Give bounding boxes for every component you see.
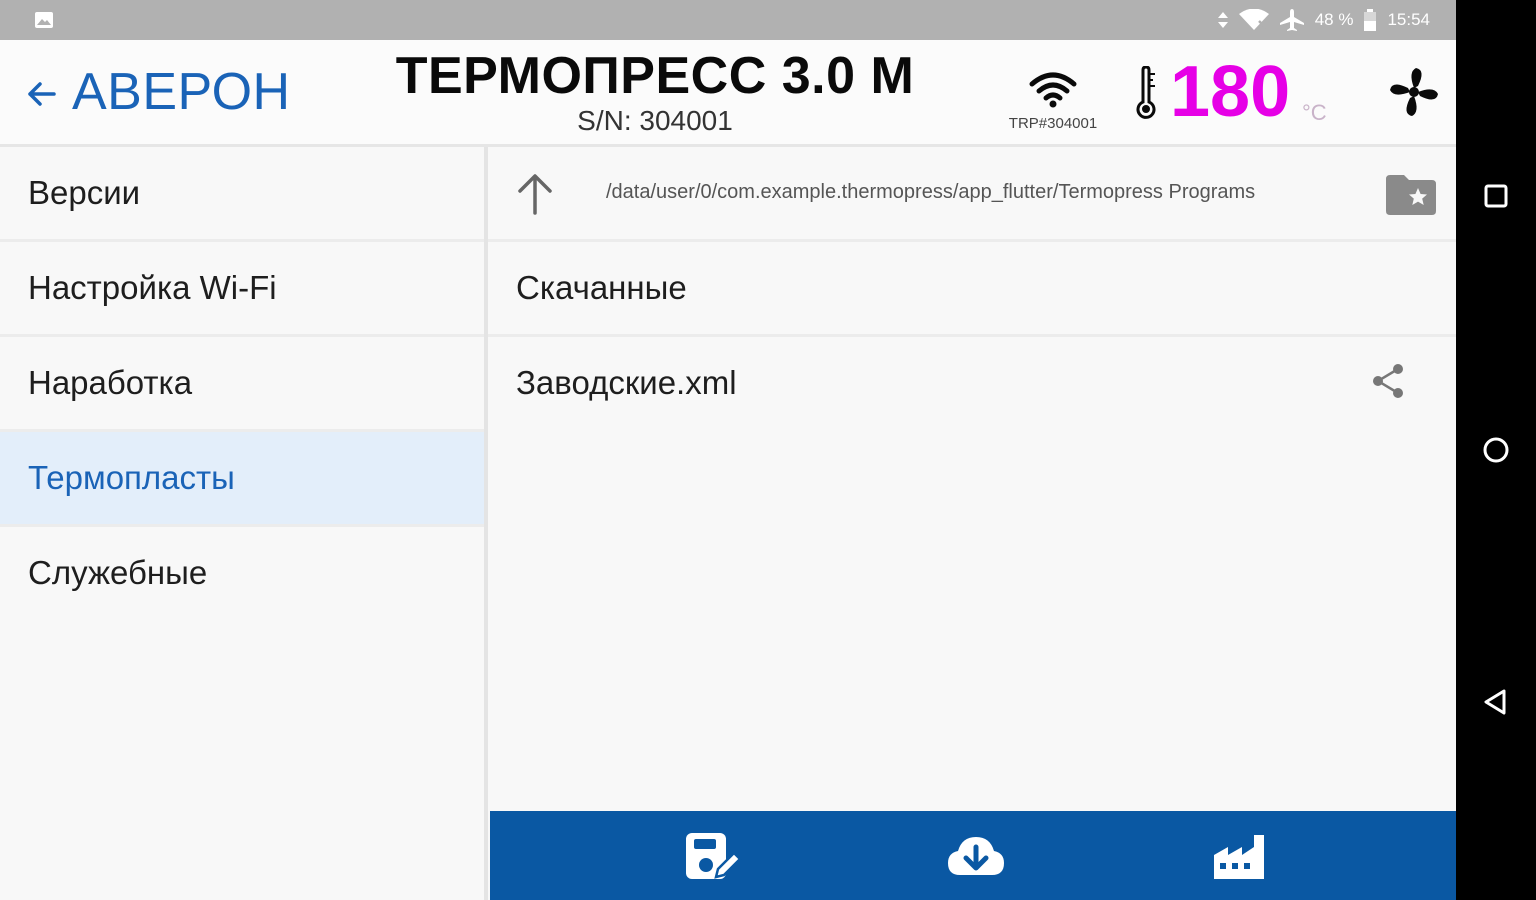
- bottom-action-bar: [490, 811, 1456, 900]
- serial-number: S/N: 304001: [577, 105, 733, 136]
- battery-icon: [1364, 9, 1377, 31]
- device-title-block: ТЕРМОПРЕСС 3.0 М S/N: 304001: [380, 46, 930, 138]
- back-nav-icon[interactable]: [1480, 686, 1512, 718]
- file-entry-label: Скачанные: [516, 269, 687, 306]
- wifi-x-icon: [1238, 9, 1269, 30]
- app-header: АВЕРОН ТЕРМОПРЕСС 3.0 М S/N: 304001 TRP#…: [0, 40, 1456, 147]
- status-icons: 48 % 15:54: [1217, 8, 1430, 32]
- page-title: ТЕРМОПРЕСС 3.0 М: [395, 47, 915, 105]
- wifi-status[interactable]: TRP#304001: [998, 70, 1108, 132]
- sidebar-item-runtime[interactable]: Наработка: [0, 337, 484, 432]
- share-icon[interactable]: [1368, 361, 1408, 401]
- file-browser: /data/user/0/com.example.thermopress/app…: [488, 147, 1456, 811]
- arrow-up-icon[interactable]: [514, 173, 556, 215]
- sidebar-item-label: Настройка Wi-Fi: [28, 269, 277, 306]
- folder-star-icon[interactable]: [1384, 173, 1438, 217]
- back-label: АВЕРОН: [72, 63, 291, 121]
- sidebar-item-label: Наработка: [28, 364, 193, 401]
- fan-icon[interactable]: [1386, 64, 1442, 120]
- home-icon[interactable]: [1480, 434, 1512, 466]
- back-button[interactable]: АВЕРОН: [24, 62, 291, 122]
- wifi-icon: [1029, 72, 1077, 108]
- sidebar-item-service[interactable]: Служебные: [0, 527, 484, 619]
- sidebar-item-label: Служебные: [28, 554, 208, 591]
- sidebar-item-versions[interactable]: Версии: [0, 147, 484, 242]
- battery-percent: 48 %: [1314, 10, 1354, 29]
- system-nav-bar: [1456, 0, 1536, 900]
- save-edit-icon[interactable]: [680, 829, 744, 885]
- data-arrows-icon: [1217, 12, 1228, 28]
- file-entry-downloaded[interactable]: Скачанные: [488, 242, 1456, 337]
- sidebar-item-label: Термопласты: [28, 459, 235, 496]
- temperature-value: 180: [1170, 52, 1291, 132]
- file-entry-label: Заводские.xml: [516, 364, 737, 401]
- temperature-unit: °C: [1302, 100, 1327, 125]
- sidebar-item-label: Версии: [28, 174, 141, 211]
- wifi-network-label: TRP#304001: [1008, 115, 1098, 132]
- clock: 15:54: [1387, 10, 1430, 29]
- airplane-icon: [1279, 9, 1304, 31]
- current-path: /data/user/0/com.example.thermopress/app…: [606, 181, 1256, 203]
- status-bar: 48 % 15:54: [0, 0, 1456, 40]
- file-entry-factory-xml[interactable]: Заводские.xml: [488, 337, 1456, 429]
- sidebar-item-wifi-settings[interactable]: Настройка Wi-Fi: [0, 242, 484, 337]
- arrow-left-icon: [28, 82, 56, 106]
- settings-sidebar: Версии Настройка Wi-Fi Наработка Термопл…: [0, 147, 488, 900]
- recent-apps-icon[interactable]: [1480, 180, 1512, 212]
- thermometer-icon: [1136, 66, 1156, 119]
- factory-icon[interactable]: [1208, 829, 1272, 885]
- cloud-download-icon[interactable]: [944, 829, 1008, 885]
- path-bar: /data/user/0/com.example.thermopress/app…: [488, 147, 1456, 242]
- app-screen: 48 % 15:54 АВЕРОН ТЕРМОПРЕСС 3.0 М S/N: …: [0, 0, 1456, 900]
- image-icon: [35, 12, 53, 28]
- sidebar-item-thermoplastics[interactable]: Термопласты: [0, 432, 484, 527]
